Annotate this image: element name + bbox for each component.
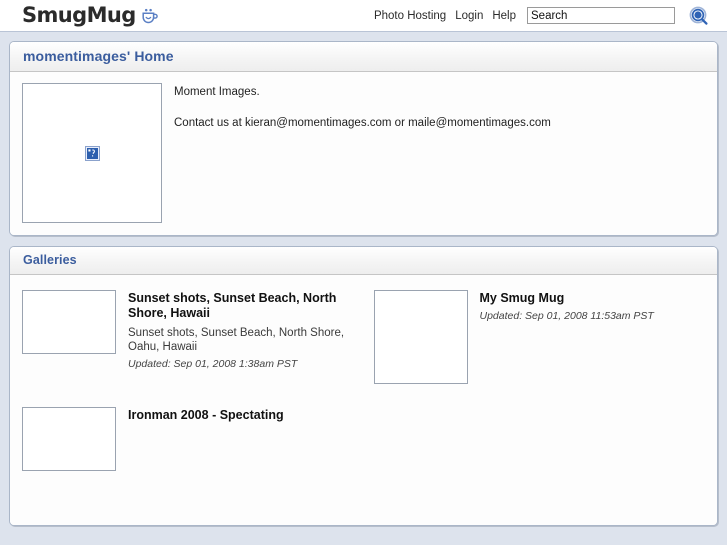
galleries-title: Galleries [23, 253, 77, 267]
site-header: SmugMug Photo Hosting Login Help [0, 0, 727, 32]
gallery-thumbnail[interactable] [373, 290, 468, 384]
profile-photo[interactable] [22, 83, 162, 223]
gallery-info: Sunset shots, Sunset Beach, North Shore,… [128, 290, 354, 370]
nav-link-login[interactable]: Login [455, 10, 483, 22]
gallery-title[interactable]: My Smug Mug [480, 291, 654, 306]
gallery-title[interactable]: Sunset shots, Sunset Beach, North Shore,… [128, 291, 354, 322]
search-input[interactable] [527, 7, 675, 24]
gallery-thumbnail[interactable] [22, 407, 116, 471]
home-panel-header: momentimages' Home [10, 42, 717, 72]
gallery-item[interactable]: My Smug Mug Updated: Sep 01, 2008 11:53a… [364, 281, 716, 398]
gallery-item[interactable]: Ironman 2008 - Spectating [12, 398, 364, 485]
search-submit-button[interactable] [689, 6, 709, 26]
bio-text: Moment Images. Contact us at kieran@mome… [174, 83, 551, 131]
nav-link-photo-hosting[interactable]: Photo Hosting [374, 10, 446, 22]
bio-line-1: Moment Images. [174, 86, 260, 98]
smugmug-mug-smile-icon [141, 8, 158, 24]
page-title: momentimages' Home [23, 48, 174, 64]
broken-image-icon [84, 145, 100, 161]
smugmug-logo[interactable]: SmugMug [22, 5, 158, 26]
nav-link-help[interactable]: Help [492, 10, 516, 22]
galleries-panel-header: Galleries [10, 247, 717, 275]
gallery-grid: Sunset shots, Sunset Beach, North Shore,… [12, 277, 715, 485]
page-content: momentimages' Home Moment Images. Contac… [0, 32, 727, 526]
gallery-title[interactable]: Ironman 2008 - Spectating [128, 408, 284, 423]
gallery-description: Sunset shots, Sunset Beach, North Shore,… [128, 326, 345, 354]
home-panel: momentimages' Home Moment Images. Contac… [9, 41, 718, 236]
gallery-updated: Updated: Sep 01, 2008 1:38am PST [128, 357, 298, 370]
galleries-panel: Galleries Sunset shots, Sunset Beach, No… [9, 246, 718, 526]
gallery-item[interactable]: Sunset shots, Sunset Beach, North Shore,… [12, 281, 364, 398]
gallery-info: My Smug Mug Updated: Sep 01, 2008 11:53a… [480, 290, 654, 322]
home-panel-body: Moment Images. Contact us at kieran@mome… [10, 72, 717, 235]
gallery-info: Ironman 2008 - Spectating [128, 407, 284, 427]
bio-row: Moment Images. Contact us at kieran@mome… [22, 83, 705, 223]
galleries-panel-body: Sunset shots, Sunset Beach, North Shore,… [10, 275, 717, 525]
logo-wordmark: SmugMug [22, 3, 136, 27]
gallery-thumbnail[interactable] [22, 290, 116, 354]
gallery-updated: Updated: Sep 01, 2008 11:53am PST [479, 310, 654, 323]
header-nav: Photo Hosting Login Help [374, 6, 709, 26]
bio-line-2: Contact us at kieran@momentimages.com or… [174, 116, 551, 129]
search-magnifier-icon [689, 6, 709, 29]
